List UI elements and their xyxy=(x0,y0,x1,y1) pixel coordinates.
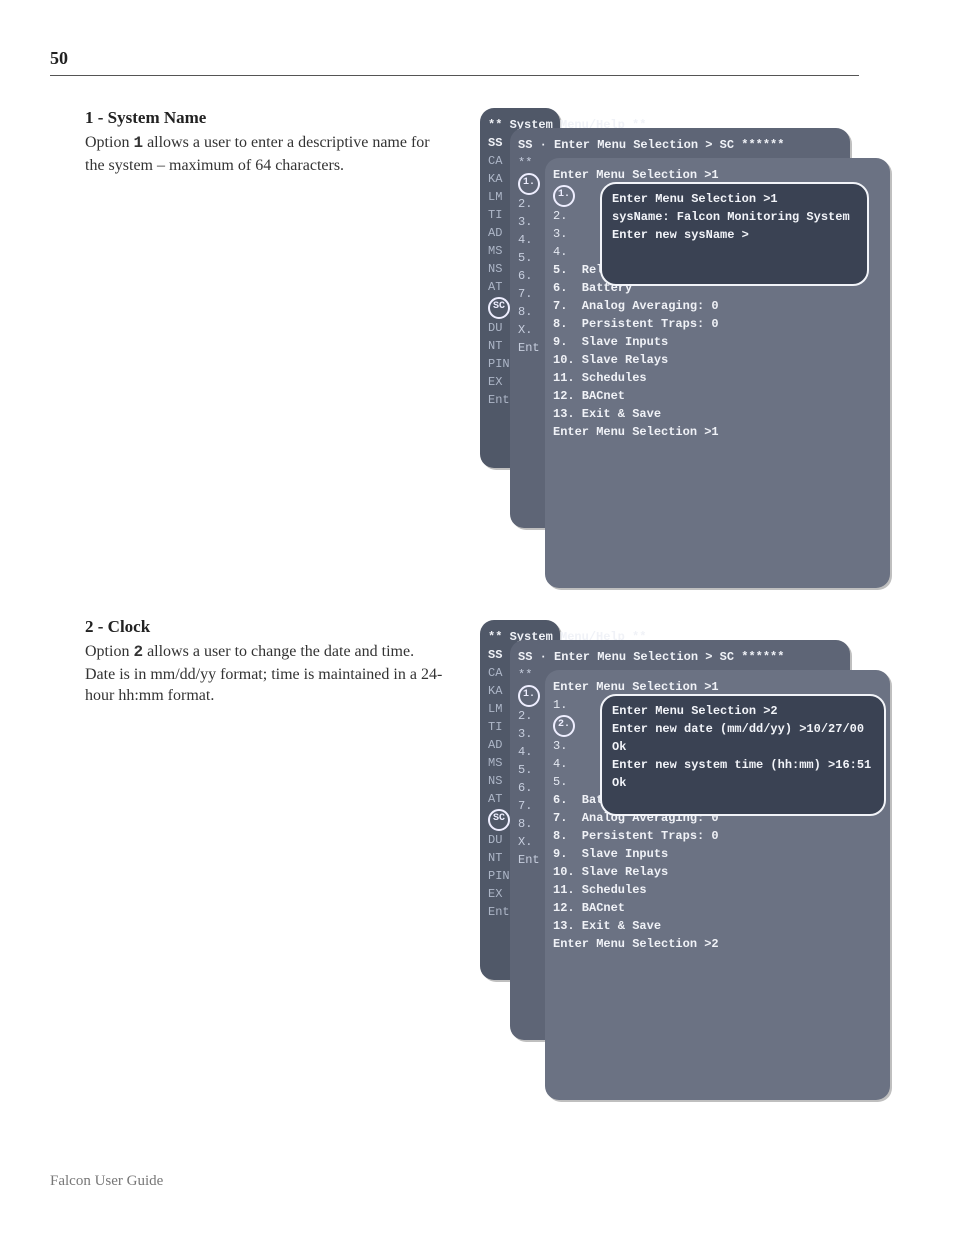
term-line: 12. BACnet xyxy=(553,899,882,917)
term-line: 10. Slave Relays xyxy=(553,863,882,881)
num: ** xyxy=(518,156,532,170)
body-pre: Option xyxy=(85,134,133,151)
term-line: 11. Schedules xyxy=(553,881,882,899)
term-line: Enter Menu Selection >2 xyxy=(553,935,882,953)
page-number: 50 xyxy=(50,48,68,69)
term-line: 10. Slave Relays xyxy=(553,351,882,369)
overlay-line: Enter new system time (hh:mm) >16:51 xyxy=(612,756,874,774)
term-line: 8. Persistent Traps: 0 xyxy=(553,315,882,333)
term-line: 13. Exit & Save xyxy=(553,405,882,423)
section-title: 1 - System Name xyxy=(85,108,445,128)
overlay-line: Enter Menu Selection >2 xyxy=(612,702,874,720)
overlay-line: Enter Menu Selection >1 xyxy=(612,190,857,208)
circle-1-icon: 1. xyxy=(518,685,540,707)
circle-1-icon: 1. xyxy=(518,173,540,195)
footer-text: Falcon User Guide xyxy=(50,1173,163,1190)
overlay-line: sysName: Falcon Monitoring System xyxy=(612,208,857,226)
section-body: Option 1 allows a user to enter a descri… xyxy=(85,132,445,176)
body-bold: 1 xyxy=(133,134,143,152)
body-bold: 2 xyxy=(133,643,143,661)
term-line: SS · Enter Menu Selection > SC ****** xyxy=(518,648,784,666)
term-line: 9. Slave Inputs xyxy=(553,333,882,351)
circle-2-icon: 2. xyxy=(553,715,575,737)
term-line: 7. Analog Averaging: 0 xyxy=(553,297,882,315)
term-line: Enter Menu Selection >1 xyxy=(553,423,882,441)
section-clock: 2 - Clock Option 2 allows a user to chan… xyxy=(85,617,445,707)
panel-overlay: Enter Menu Selection >2 Enter new date (… xyxy=(600,694,886,816)
term-line: 8. Persistent Traps: 0 xyxy=(553,827,882,845)
circle-sc-icon: SC xyxy=(488,809,510,831)
circle-sc-icon: SC xyxy=(488,297,510,319)
section-title: 2 - Clock xyxy=(85,617,445,637)
panel-overlay: Enter Menu Selection >1 sysName: Falcon … xyxy=(600,182,869,286)
top-rule xyxy=(50,75,859,76)
term-line: SS · Enter Menu Selection > SC ****** xyxy=(518,136,784,154)
overlay-line: Enter new date (mm/dd/yy) >10/27/00 xyxy=(612,720,874,738)
term-line: 12. BACnet xyxy=(553,387,882,405)
body-pre: Option xyxy=(85,643,133,660)
overlay-line: Enter new sysName > xyxy=(612,226,857,244)
overlay-line: Ok xyxy=(612,774,874,792)
term-line: 13. Exit & Save xyxy=(553,917,882,935)
overlay-line: Ok xyxy=(612,738,874,756)
term-line: 11. Schedules xyxy=(553,369,882,387)
section-system-name: 1 - System Name Option 1 allows a user t… xyxy=(85,108,445,176)
circle-1-icon: 1. xyxy=(553,185,575,207)
term-line: 9. Slave Inputs xyxy=(553,845,882,863)
section-body: Option 2 allows a user to change the dat… xyxy=(85,641,445,707)
